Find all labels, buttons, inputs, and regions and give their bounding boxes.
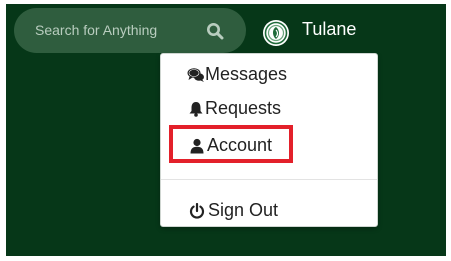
menu-item-account[interactable]: Account bbox=[161, 131, 377, 161]
menu-item-sign-out[interactable]: Sign Out bbox=[161, 196, 377, 226]
user-dropdown-menu: Messages Requests Account Sign Out bbox=[160, 53, 378, 227]
tulane-seal-icon[interactable] bbox=[262, 19, 290, 47]
power-icon bbox=[189, 202, 207, 219]
menu-item-label: Messages bbox=[205, 64, 288, 84]
menu-item-messages[interactable]: Messages bbox=[161, 60, 377, 90]
app-header: Search for Anything Tulane Messages Requ… bbox=[6, 4, 446, 256]
menu-item-requests[interactable]: Requests bbox=[161, 94, 377, 124]
search-box[interactable]: Search for Anything bbox=[14, 8, 246, 53]
menu-item-label: Sign Out bbox=[208, 200, 279, 220]
user-icon bbox=[190, 138, 208, 154]
search-icon[interactable] bbox=[206, 22, 224, 40]
bell-icon bbox=[188, 101, 206, 117]
menu-divider bbox=[161, 179, 377, 180]
comments-icon bbox=[187, 67, 205, 83]
menu-item-label: Account bbox=[207, 135, 273, 155]
org-name[interactable]: Tulane bbox=[302, 19, 356, 40]
search-input-placeholder[interactable]: Search for Anything bbox=[35, 22, 157, 38]
menu-item-label: Requests bbox=[205, 98, 282, 118]
